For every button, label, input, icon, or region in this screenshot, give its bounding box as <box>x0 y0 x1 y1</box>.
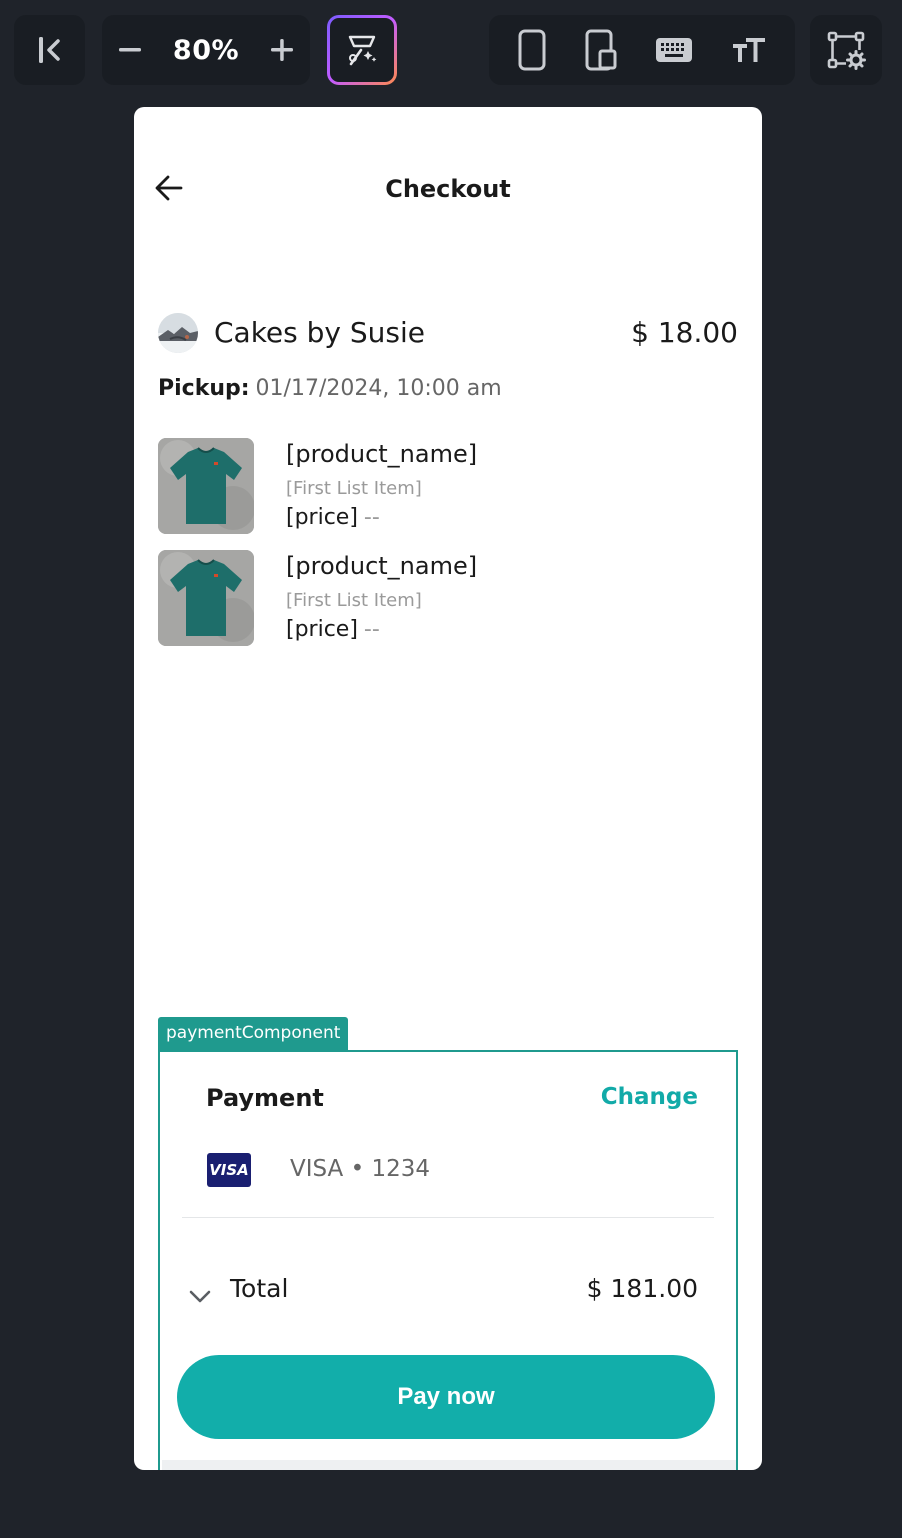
store-name: Cakes by Susie <box>214 316 425 349</box>
total-value: $ 181.00 <box>586 1274 698 1303</box>
ai-magic-icon <box>344 32 380 68</box>
minus-icon[interactable] <box>116 36 144 64</box>
keyboard-icon[interactable] <box>654 35 694 65</box>
ai-assist-button[interactable] <box>327 15 397 85</box>
pickup-info: Pickup: 01/17/2024, 10:00 am <box>158 376 502 401</box>
product-price: [price] <box>286 505 358 530</box>
collapse-panel-button[interactable] <box>14 15 85 85</box>
product-price: [price] <box>286 617 358 642</box>
card-details: VISA • 1234 <box>290 1156 430 1182</box>
page-title: Checkout <box>385 175 511 203</box>
pickup-datetime: 01/17/2024, 10:00 am <box>255 376 502 401</box>
product-price-line: [price] -- <box>286 505 380 530</box>
device-toolbar <box>489 15 795 85</box>
component-settings-icon <box>826 30 866 70</box>
product-thumbnail <box>158 438 254 534</box>
product-thumbnail <box>158 550 254 646</box>
pickup-label: Pickup: <box>158 376 250 401</box>
collapse-panel-icon <box>34 34 66 66</box>
phone-screen: Checkout Cakes by Susie $ 18.00 Pickup: 0… <box>134 107 762 1470</box>
chevron-down-icon[interactable] <box>188 1284 212 1308</box>
phone-device-icon[interactable] <box>517 29 547 71</box>
product-extra: -- <box>363 617 380 642</box>
product-subtitle: [First List Item] <box>286 590 422 611</box>
store-avatar <box>158 313 198 353</box>
zoom-level: 80% <box>172 34 240 66</box>
total-label: Total <box>230 1274 289 1303</box>
product-name: [product_name] <box>286 552 478 580</box>
payment-component[interactable]: Payment Change VISA VISA • 1234 Total $ … <box>158 1050 738 1470</box>
change-payment-link[interactable]: Change <box>601 1084 698 1110</box>
text-size-icon[interactable] <box>731 35 767 65</box>
list-item[interactable]: [product_name] [First List Item] [price]… <box>158 438 718 534</box>
product-name: [product_name] <box>286 440 478 468</box>
product-extra: -- <box>363 505 380 530</box>
store-row: Cakes by Susie $ 18.00 <box>158 312 738 356</box>
visa-card-icon: VISA <box>207 1153 251 1187</box>
product-price-line: [price] -- <box>286 617 380 642</box>
component-settings-button[interactable] <box>810 15 882 85</box>
component-tag[interactable]: paymentComponent <box>158 1017 349 1050</box>
checkout-header: Checkout <box>134 163 762 219</box>
zoom-control: 80% <box>102 15 310 85</box>
plus-icon[interactable] <box>268 36 296 64</box>
store-subtotal: $ 18.00 <box>631 316 738 349</box>
tablet-device-icon[interactable] <box>584 29 618 71</box>
pay-now-button[interactable]: Pay now <box>177 1355 715 1439</box>
product-subtitle: [First List Item] <box>286 478 422 499</box>
list-item[interactable]: [product_name] [First List Item] [price]… <box>158 550 718 646</box>
divider <box>182 1217 714 1218</box>
bottom-strip <box>162 1460 736 1470</box>
payment-title: Payment <box>206 1084 324 1112</box>
